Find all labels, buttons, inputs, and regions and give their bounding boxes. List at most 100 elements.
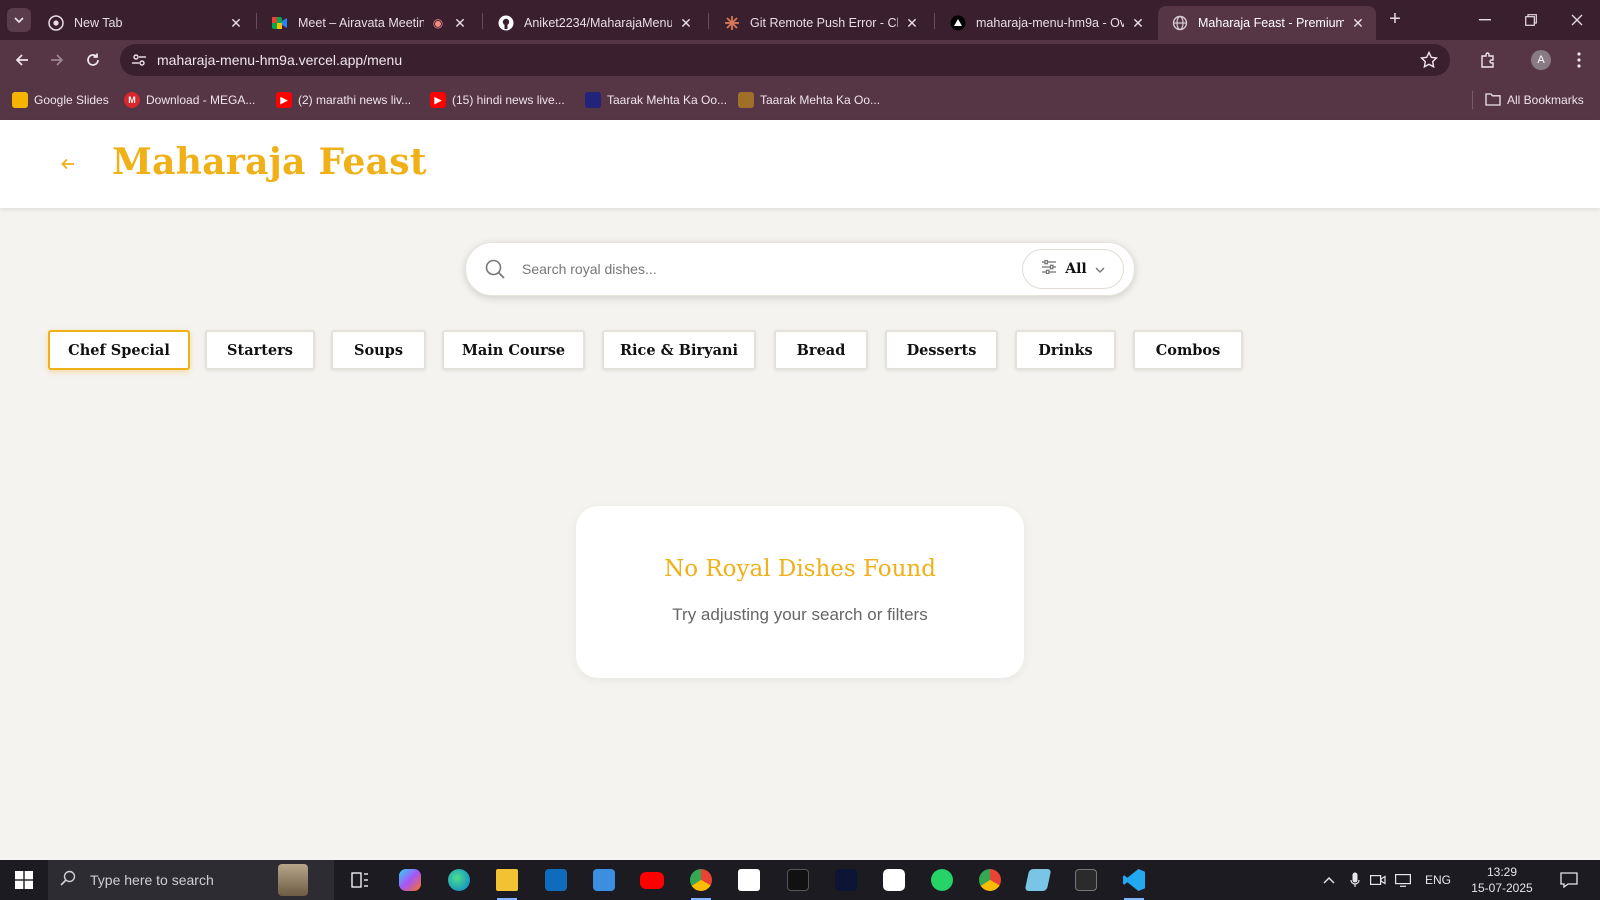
close-window-button[interactable] [1554,0,1600,40]
folder-icon [1485,92,1501,109]
taskbar-terminal[interactable] [1066,864,1106,896]
extensions-button[interactable] [1476,48,1500,72]
forward-button[interactable] [45,48,69,72]
taskbar-edge[interactable] [439,864,479,896]
bookmark-google-slides[interactable]: Google Slides [12,89,109,111]
taskbar-youtube[interactable] [632,864,672,896]
new-tab-button[interactable]: + [1384,9,1406,31]
close-icon[interactable]: ✕ [452,15,468,31]
menu-button[interactable] [1567,48,1591,72]
close-icon[interactable]: ✕ [678,15,694,31]
bookmark-label: Taarak Mehta Ka Oo... [760,93,881,107]
category-rice-biryani[interactable]: Rice & Biryani [602,330,756,370]
brand-title: Maharaja Feast [112,141,427,183]
taskbar-chrome-profile[interactable] [970,864,1010,896]
tray-microphone[interactable] [1345,860,1365,900]
tab-title: Aniket2234/MaharajaMenu [524,16,672,30]
globe-icon [1172,15,1188,31]
taskbar-outlook[interactable] [536,864,576,896]
start-button[interactable] [0,860,48,900]
task-view-button[interactable] [340,864,380,896]
youtube-icon: ▶ [276,92,292,108]
taskbar-store[interactable] [584,864,624,896]
mega-icon: M [124,92,140,108]
bookmark-label: (2) marathi news liv... [298,93,412,107]
bookmark-taarak-mehta-2[interactable]: Taarak Mehta Ka Oo... [738,89,880,111]
tab-title: New Tab [74,16,123,30]
category-desserts[interactable]: Desserts [885,330,998,370]
bookmark-mega[interactable]: M Download - MEGA... [124,89,255,111]
taskbar-copilot[interactable] [390,864,430,896]
category-drinks[interactable]: Drinks [1015,330,1116,370]
browser-tab-strip: New Tab ✕ Meet – Airavata Meeting ◉ ✕ An… [0,0,1600,40]
tray-network[interactable] [1392,860,1414,900]
taskbar-whatsapp[interactable] [922,864,962,896]
tray-overflow-button[interactable] [1318,860,1340,900]
all-bookmarks-button[interactable]: All Bookmarks [1485,89,1584,111]
vscode-icon [1123,869,1145,891]
taskbar-chrome[interactable] [681,864,721,900]
category-soups[interactable]: Soups [331,330,426,370]
filter-selected-value: All [1065,261,1087,277]
all-bookmarks-label: All Bookmarks [1507,93,1584,107]
restore-button[interactable] [1508,0,1554,40]
site-header: Maharaja Feast [0,120,1600,208]
category-combos[interactable]: Combos [1133,330,1243,370]
taskbar-hotstar[interactable] [826,864,866,896]
outlook-icon [545,869,567,891]
notification-icon [1560,872,1578,888]
bookmark-label: (15) hindi news live... [452,93,565,107]
back-link[interactable] [58,154,78,174]
search-input[interactable] [522,257,982,281]
language-indicator[interactable]: ENG [1418,860,1458,900]
tab-search-button[interactable] [7,8,31,32]
filter-dropdown[interactable]: All [1022,249,1124,289]
category-starters[interactable]: Starters [205,330,315,370]
taskbar-vscode[interactable] [1114,864,1154,900]
minimize-icon [1479,19,1491,21]
close-icon[interactable]: ✕ [1130,15,1146,31]
site-info-icon[interactable] [131,52,147,73]
close-icon[interactable]: ✕ [228,15,244,31]
close-icon[interactable]: ✕ [1350,15,1366,31]
show-icon [738,92,754,108]
back-button[interactable] [10,48,34,72]
category-chef-special[interactable]: Chef Special [48,330,190,370]
windows-taskbar: Type here to search ENG 13:29 15-07-2025 [0,860,1600,900]
bookmark-marathi-news[interactable]: ▶ (2) marathi news liv... [276,89,411,111]
taskbar-app-c[interactable] [874,864,914,896]
tab-new-tab[interactable]: New Tab ✕ [34,6,254,40]
close-icon[interactable]: ✕ [904,15,920,31]
bookmark-hindi-news[interactable]: ▶ (15) hindi news live... [430,89,565,111]
tab-maharaja-feast[interactable]: Maharaja Feast - Premium R ✕ [1158,6,1376,40]
reload-button[interactable] [81,48,105,72]
tab-vercel[interactable]: maharaja-menu-hm9a - Ove ✕ [936,6,1156,40]
tab-github[interactable]: Aniket2234/MaharajaMenu ✕ [484,6,704,40]
avatar: A [1531,50,1551,70]
empty-state-title: No Royal Dishes Found [664,556,936,582]
taskbar-clock[interactable]: 13:29 15-07-2025 [1464,864,1540,896]
category-bread[interactable]: Bread [774,330,868,370]
taskbar-search[interactable]: Type here to search [48,860,334,900]
taskbar-notepad[interactable] [1018,864,1058,896]
terminal-icon [1075,869,1097,891]
bookmark-label: Taarak Mehta Ka Oo... [607,93,728,107]
bookmark-taarak-mehta-1[interactable]: Taarak Mehta Ka Oo... [585,89,727,111]
tab-meet[interactable]: Meet – Airavata Meeting ◉ ✕ [258,6,478,40]
google-meet-icon [272,15,288,31]
task-view-icon [351,872,368,888]
github-icon [498,15,514,31]
profile-button[interactable]: A [1529,48,1553,72]
taskbar-sonyliv[interactable] [778,864,818,896]
minimize-button[interactable] [1462,0,1508,40]
category-main-course[interactable]: Main Course [442,330,585,370]
tab-claude[interactable]: Git Remote Push Error - Clau ✕ [710,6,930,40]
tray-camera[interactable] [1368,860,1388,900]
taskbar-file-explorer[interactable] [487,864,527,900]
tab-separator [708,13,709,29]
tab-title: maharaja-menu-hm9a - Ove [976,16,1124,30]
address-bar[interactable]: maharaja-menu-hm9a.vercel.app/menu [120,44,1450,76]
taskbar-solitaire[interactable] [729,864,769,896]
bookmark-star-icon[interactable] [1419,50,1439,74]
notifications-button[interactable] [1554,860,1584,900]
